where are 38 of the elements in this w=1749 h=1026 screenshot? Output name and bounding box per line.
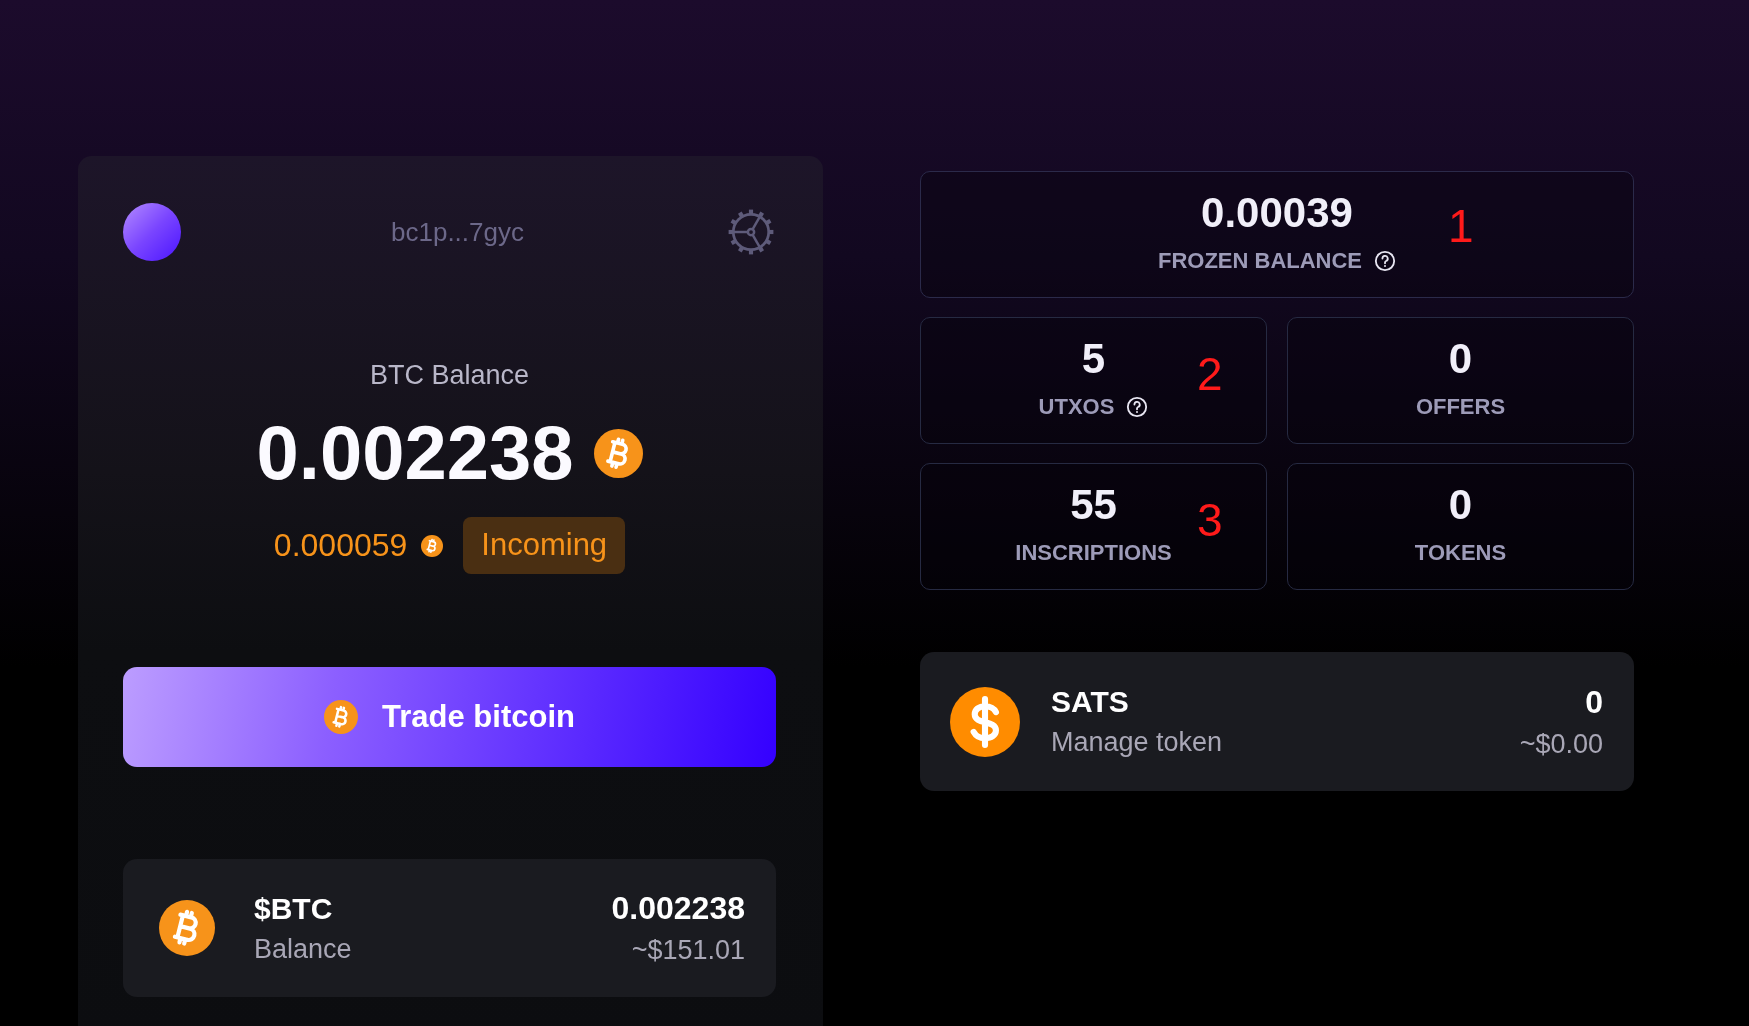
token-name: SATS: [1051, 685, 1129, 719]
asset-card[interactable]: $BTC Balance 0.002238 ~$151.01: [123, 859, 776, 997]
balance-amount: 0.002238: [256, 411, 574, 495]
help-icon[interactable]: [1126, 396, 1149, 418]
wallet-address: bc1p...7gyc: [391, 216, 524, 248]
stat-label: FROZEN BALANCE: [1157, 248, 1363, 274]
settings-icon[interactable]: [726, 207, 776, 257]
asset-amount: 0.002238: [611, 890, 745, 927]
bitcoin-icon: [593, 428, 643, 478]
stat-value: 55: [1070, 481, 1117, 529]
token-card[interactable]: SATS Manage token 0 ~$0.00: [920, 652, 1634, 791]
token-amount: 0: [1585, 683, 1603, 721]
trade-button[interactable]: Trade bitcoin: [123, 667, 776, 767]
help-icon[interactable]: [1374, 250, 1397, 272]
stat-value: 0.00039: [1201, 189, 1353, 237]
bitcoin-icon: [324, 700, 359, 734]
asset-subtitle: Balance: [254, 933, 352, 965]
dollar-coin-icon: [950, 686, 1020, 757]
stat-value: 5: [1081, 335, 1106, 383]
stat-value: 0: [1448, 335, 1473, 383]
pending-amount: 0.000059: [273, 527, 408, 564]
annotation-number: 3: [1197, 494, 1223, 546]
balance-label: BTC Balance: [369, 360, 530, 391]
annotation-number: 2: [1197, 348, 1223, 400]
token-value: ~$0.00: [1519, 728, 1603, 760]
asset-value: ~$151.01: [631, 935, 745, 966]
bitcoin-icon: [421, 534, 444, 557]
stat-label: TOKENS: [1414, 540, 1507, 566]
bitcoin-icon: [159, 900, 215, 956]
stat-label: UTXOS: [1038, 394, 1115, 420]
stat-label: INSCRIPTIONS: [1015, 540, 1172, 566]
annotation-number: 1: [1447, 200, 1474, 252]
stat-value: 0: [1448, 481, 1473, 529]
token-subtitle: Manage token: [1051, 727, 1223, 758]
stat-label: OFFERS: [1415, 394, 1506, 420]
avatar-icon: [123, 203, 181, 261]
asset-symbol: $BTC: [254, 891, 333, 926]
incoming-badge: Incoming: [463, 517, 626, 574]
